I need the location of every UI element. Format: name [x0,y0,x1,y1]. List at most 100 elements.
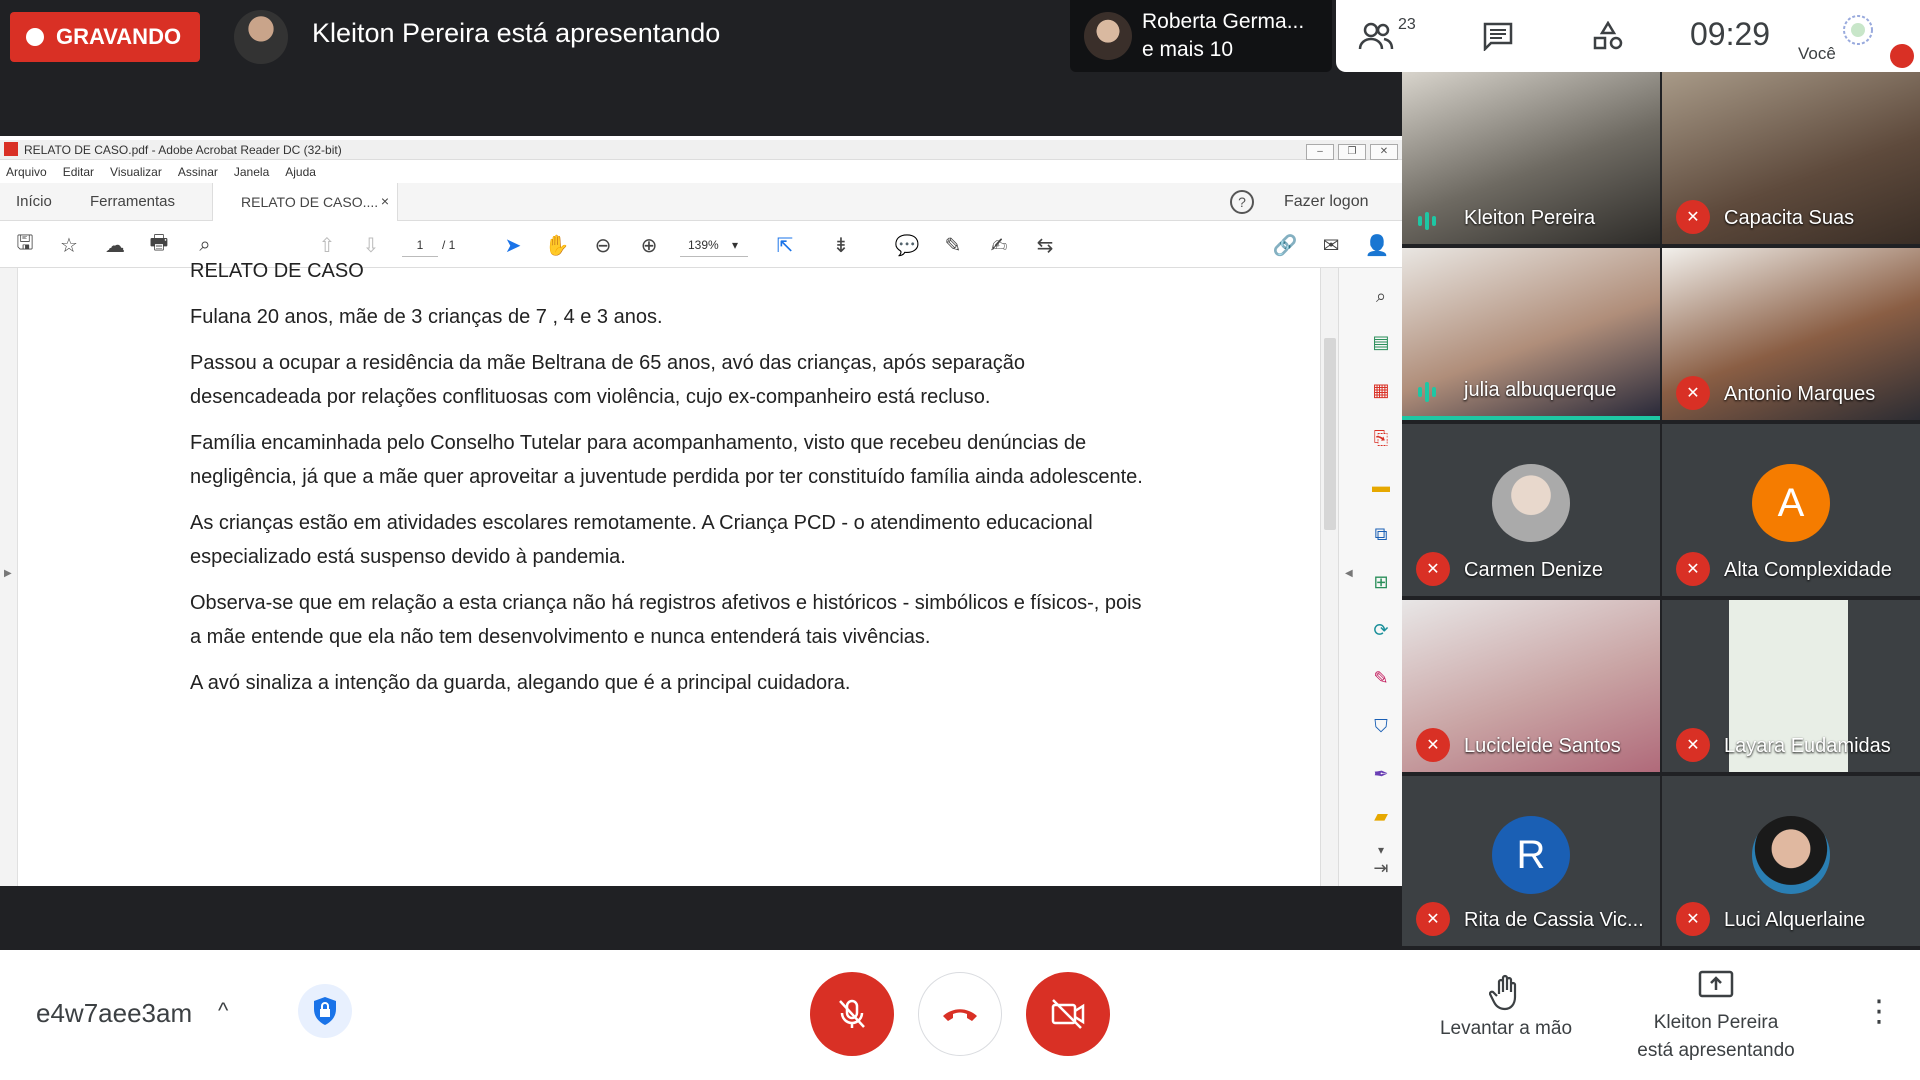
shield-lock-icon [314,997,336,1025]
organize-pages-icon[interactable]: ▦ [1369,378,1393,402]
avatar: A [1752,464,1830,542]
scrollbar-thumb[interactable] [1324,338,1336,530]
add-user-icon[interactable]: 👤 [1364,232,1390,258]
top-controls: 23 09:29 Você [1336,0,1920,72]
leave-call-button[interactable] [918,972,1002,1056]
participant-tile[interactable]: ✕ Antonio Marques [1662,248,1920,420]
menu-bar: Arquivo Editar Visualizar Assinar Janela… [0,162,316,182]
logon-button[interactable]: Fazer logon [1284,193,1369,211]
recording-badge: GRAVANDO [10,12,200,62]
upload-cloud-icon[interactable]: ☁ [102,232,128,258]
print-icon[interactable]: 🖶 [146,232,172,258]
participant-name: Alta Complexidade [1724,559,1892,581]
tab-tools[interactable]: Ferramentas [90,193,175,210]
participant-tile[interactable]: ✕ Layara Eudamidas [1662,600,1920,772]
menu-assinar[interactable]: Assinar [178,162,218,182]
mic-toggle-button[interactable] [810,972,894,1056]
camera-toggle-button[interactable] [1026,972,1110,1056]
bookmark-star-icon[interactable]: ☆ [56,232,82,258]
others-name: Roberta Germa... [1142,10,1305,33]
participant-name: Lucicleide Santos [1464,735,1621,757]
menu-janela[interactable]: Janela [234,162,269,182]
self-avatar-icon [1843,15,1873,45]
mic-off-icon [839,999,865,1028]
speaking-indicator-icon [1418,382,1436,402]
mic-off-icon: ✕ [1676,200,1710,234]
create-pdf-icon[interactable]: ▤ [1369,330,1393,354]
chevron-left-icon[interactable]: ◀ [1345,568,1353,579]
zoom-tool-icon[interactable]: ⌕ [1369,284,1393,308]
chevron-up-icon[interactable]: ^ [218,998,228,1024]
combine-icon[interactable]: ⧉ [1369,522,1393,546]
menu-arquivo[interactable]: Arquivo [6,162,47,182]
host-controls-button[interactable] [298,984,352,1038]
recording-label: GRAVANDO [56,24,182,49]
participant-tile[interactable]: ✕ Lucicleide Santos [1402,600,1660,772]
menu-visualizar[interactable]: Visualizar [110,162,162,182]
tab-document-label: RELATO DE CASO.... [241,194,379,210]
avatar [1084,12,1132,60]
participant-name: julia albuquerque [1464,379,1617,401]
left-panel-toggle[interactable]: ▶ [0,268,18,886]
raise-hand-button[interactable]: Levantar a mão [1426,974,1586,1040]
chevron-down-icon: ▾ [732,238,739,252]
participant-tile[interactable]: ✕ Luci Alquerlaine [1662,776,1920,946]
mic-off-icon: ✕ [1676,728,1710,762]
participant-tile[interactable]: ✕ Carmen Denize [1402,424,1660,596]
comment-tool-icon[interactable]: ▬ [1369,474,1393,498]
participant-tile[interactable]: ✕ Capacita Suas [1662,72,1920,244]
activities-icon [1593,21,1623,50]
paragraph: Passou a ocupar a residência da mãe Belt… [190,352,1025,408]
now-presenting-button[interactable]: Kleiton Pereira está apresentando [1616,970,1816,1065]
paragraph: A avó sinaliza a intenção da guarda, ale… [190,672,851,694]
fill-sign-icon[interactable]: ✎ [1369,666,1393,690]
paragraph: Observa-se que em relação a esta criança… [190,592,1142,648]
restore-button[interactable]: ❐ [1338,144,1366,160]
people-count: 23 [1398,16,1416,33]
mic-off-icon: ✕ [1416,728,1450,762]
close-tab-icon[interactable]: × [381,193,389,209]
mail-icon[interactable]: ✉ [1318,232,1344,258]
self-mic-off-icon [1890,44,1914,68]
participant-name: Capacita Suas [1724,207,1855,229]
participant-tile[interactable]: A ✕ Alta Complexidade [1662,424,1920,596]
save-icon[interactable]: 🖫 [12,232,38,258]
request-signature-icon[interactable]: ✒ [1369,762,1393,786]
now-presenting-line2: está apresentando [1637,1040,1795,1061]
participant-tile[interactable]: julia albuquerque [1402,248,1660,420]
more-options-icon[interactable]: ⋮ [1864,994,1894,1029]
menu-editar[interactable]: Editar [63,162,94,182]
tab-home[interactable]: Início [16,193,52,210]
meeting-code[interactable]: e4w7aee3am [36,998,192,1029]
document-title: RELATO DE CASO [190,260,364,282]
menu-ajuda[interactable]: Ajuda [285,162,316,182]
acrobat-window: RELATO DE CASO.pdf - Adobe Acrobat Reade… [0,136,1402,886]
participant-tile[interactable]: R ✕ Rita de Cassia Vic... [1402,776,1660,946]
link-icon[interactable]: 🔗 [1272,232,1298,258]
activities-button[interactable] [1586,14,1630,58]
close-window-button[interactable]: ✕ [1370,144,1398,160]
participant-tile[interactable]: Kleiton Pereira [1402,72,1660,244]
chat-button[interactable] [1476,14,1520,58]
send-track-icon[interactable]: ⟳ [1369,618,1393,642]
mic-off-icon: ✕ [1676,552,1710,586]
participant-name: Layara Eudamidas [1724,735,1891,757]
document-view[interactable]: ▶ RELATO DE CASO Fulana 20 anos, mãe de … [0,260,1338,886]
compress-icon[interactable]: ⊞ [1369,570,1393,594]
minimize-button[interactable]: – [1306,144,1334,160]
help-icon[interactable]: ? [1230,190,1254,214]
tab-document[interactable]: RELATO DE CASO.... × [212,183,398,221]
people-icon [1358,22,1394,50]
others-speaking-chip[interactable]: Roberta Germa... e mais 10 [1070,0,1332,72]
more-tools-icon[interactable]: ▰ [1369,804,1393,828]
chat-icon [1483,22,1513,51]
avatar: R [1492,816,1570,894]
participant-name: Carmen Denize [1464,559,1603,581]
collapse-panel-icon[interactable]: ⇥ [1369,856,1393,880]
people-button[interactable] [1356,14,1396,58]
export-pdf-icon[interactable]: ⎘ [1369,426,1393,450]
vertical-scrollbar[interactable] [1320,268,1338,886]
protect-icon[interactable]: ⛉ [1369,714,1393,738]
window-buttons: – ❐ ✕ [1306,144,1398,160]
hang-up-icon [943,1009,977,1021]
